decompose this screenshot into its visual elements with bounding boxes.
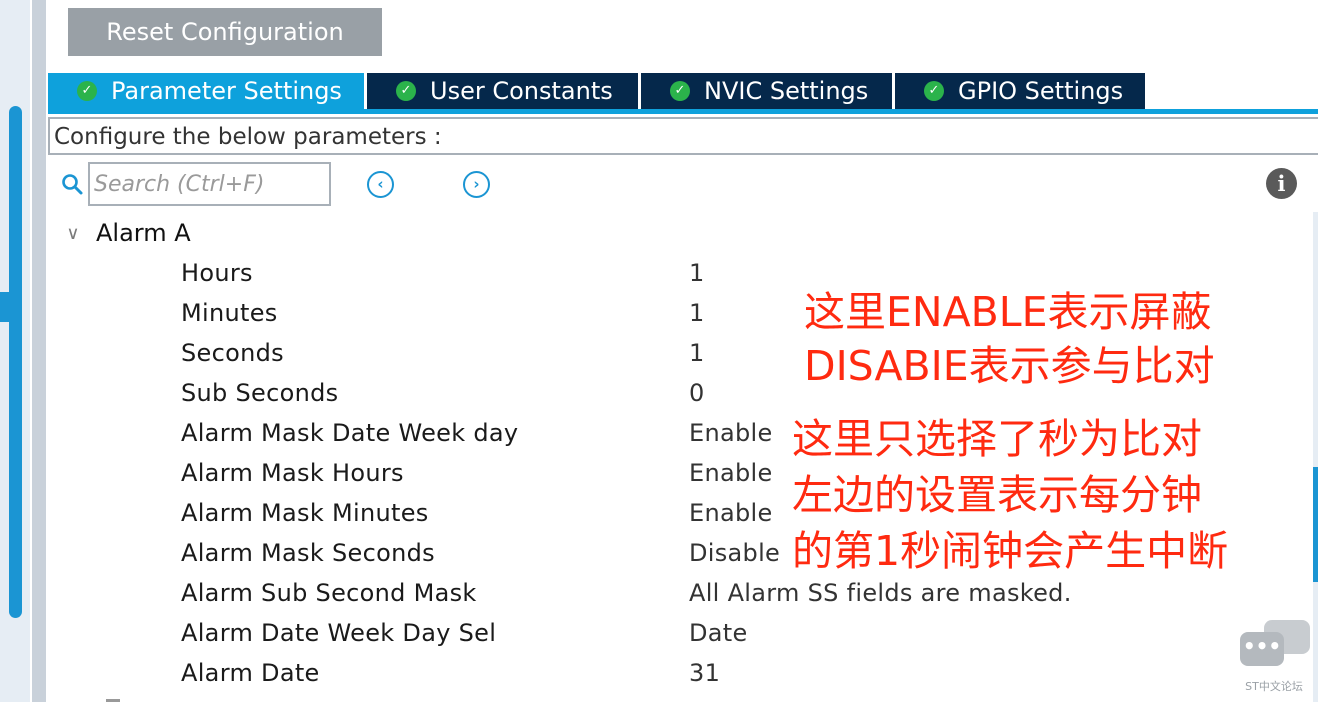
check-circle-icon: ✓ <box>396 81 416 101</box>
chevron-down-icon[interactable]: ∨ <box>60 223 86 244</box>
param-value[interactable]: 1 <box>689 293 705 333</box>
param-name: Sub Seconds <box>181 379 339 407</box>
param-value[interactable]: 31 <box>689 653 720 693</box>
chat-bubble-icon: ••• <box>1240 632 1284 666</box>
info-icon[interactable]: i <box>1266 168 1297 199</box>
annotation-line-3: 这里只选择了秒为比对 <box>792 415 1202 463</box>
annotation-line-5: 的第1秒闹钟会产生中断 <box>792 527 1229 575</box>
arrow-right-circle-icon[interactable]: › <box>463 171 490 198</box>
param-name: Alarm Mask Minutes <box>181 499 429 527</box>
tab-underline <box>48 109 1318 114</box>
check-circle-icon: ✓ <box>77 81 97 101</box>
tab-nvic-settings[interactable]: ✓ NVIC Settings <box>641 73 892 109</box>
tab-gpio-settings[interactable]: ✓ GPIO Settings <box>895 73 1145 109</box>
param-name: Hours <box>181 259 253 287</box>
tab-label: NVIC Settings <box>704 77 869 105</box>
check-circle-icon: ✓ <box>924 81 944 101</box>
param-value[interactable]: Disable <box>689 533 780 573</box>
param-value[interactable]: Enable <box>689 493 773 533</box>
param-value[interactable]: Date <box>689 613 748 653</box>
settings-tabs: ✓ Parameter Settings ✓ User Constants ✓ … <box>48 73 1148 109</box>
param-name: Seconds <box>181 339 284 367</box>
param-name: Alarm Sub Second Mask <box>181 579 477 607</box>
tab-label: Parameter Settings <box>111 77 342 105</box>
param-name: Alarm Mask Seconds <box>181 539 435 567</box>
param-name: Alarm Mask Hours <box>181 459 404 487</box>
tab-user-constants[interactable]: ✓ User Constants <box>367 73 638 109</box>
search-input[interactable] <box>88 162 331 206</box>
param-row-sub-second-mask[interactable]: Alarm Sub Second Mask All Alarm SS field… <box>0 573 1318 613</box>
forum-watermark: ••• ST中文论坛 <box>1236 616 1312 698</box>
tab-label: GPIO Settings <box>958 77 1124 105</box>
annotation-line-1: 这里ENABLE表示屏蔽 <box>804 288 1212 336</box>
param-value[interactable]: Enable <box>689 453 773 493</box>
group-label: Alarm A <box>96 219 191 247</box>
check-circle-icon: ✓ <box>670 81 690 101</box>
group-alarm-a[interactable]: ∨ Alarm A <box>60 215 191 251</box>
param-name: Alarm Date Week Day Sel <box>181 619 497 647</box>
param-value[interactable]: Enable <box>689 413 773 453</box>
param-value[interactable]: 0 <box>689 373 705 413</box>
arrow-left-circle-icon[interactable]: ‹ <box>367 171 394 198</box>
watermark-text: ST中文论坛 <box>1245 680 1303 693</box>
param-name: Alarm Mask Date Week day <box>181 419 519 447</box>
tab-label: User Constants <box>430 77 613 105</box>
config-header: Configure the below parameters : <box>48 117 1318 155</box>
param-name: Alarm Date <box>181 659 320 687</box>
param-value[interactable]: 1 <box>689 253 705 293</box>
tab-parameter-settings[interactable]: ✓ Parameter Settings <box>48 73 364 109</box>
param-row-date-week-day-sel[interactable]: Alarm Date Week Day Sel Date <box>0 613 1318 653</box>
param-row-alarm-date[interactable]: Alarm Date 31 <box>0 653 1318 693</box>
param-value[interactable]: All Alarm SS fields are masked. <box>689 573 1072 613</box>
annotation-line-2: DISABIE表示参与比对 <box>804 342 1215 390</box>
param-name: Minutes <box>181 299 278 327</box>
param-value[interactable]: 1 <box>689 333 705 373</box>
search-icon[interactable] <box>60 172 84 196</box>
reset-configuration-button[interactable]: Reset Configuration <box>68 8 382 56</box>
annotation-line-4: 左边的设置表示每分钟 <box>792 471 1202 519</box>
